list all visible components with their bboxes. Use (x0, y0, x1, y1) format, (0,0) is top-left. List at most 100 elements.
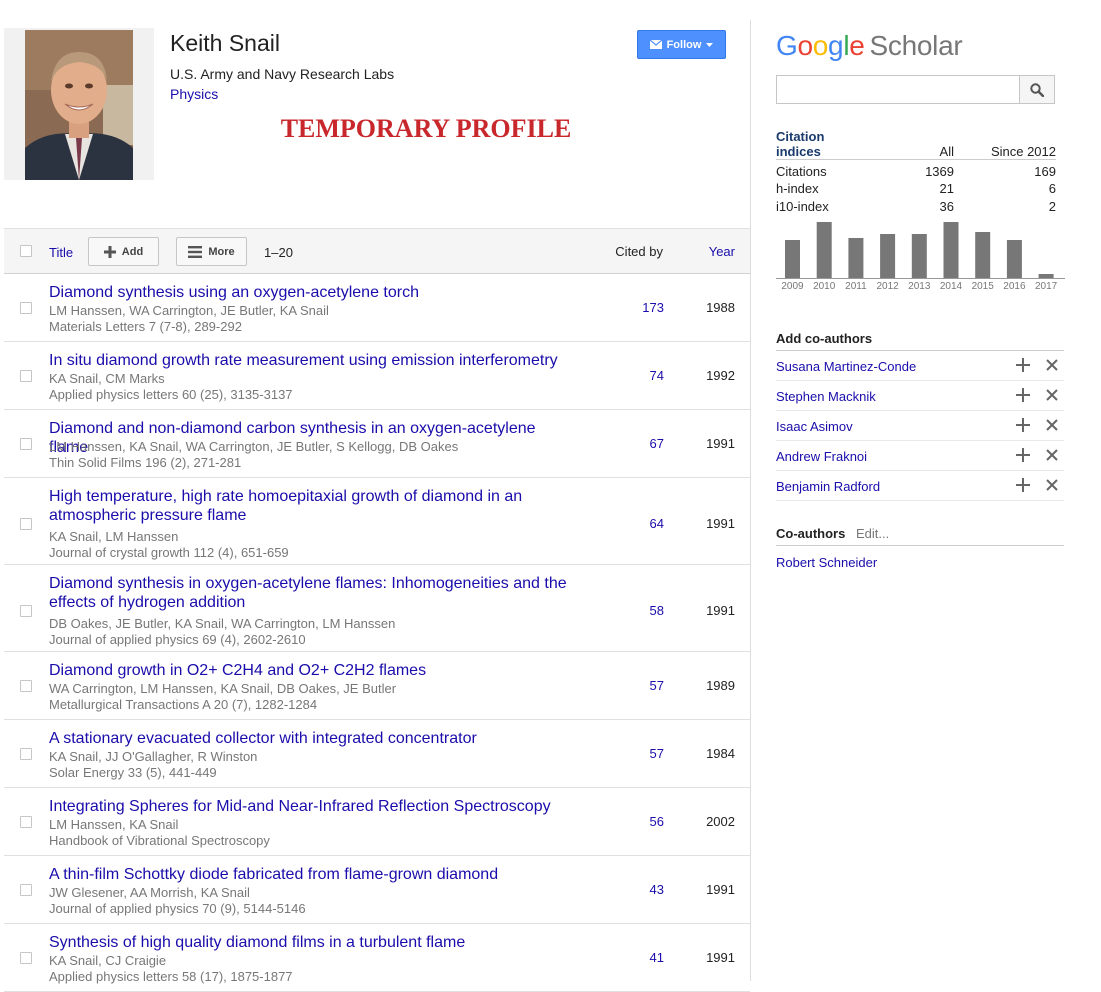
temporary-profile-banner: TEMPORARY PROFILE (280, 114, 572, 143)
publication-title-link[interactable]: High temperature, high rate homoepitaxia… (49, 487, 569, 525)
publication-venue: Journal of crystal growth 112 (4), 651-6… (49, 545, 289, 560)
publication-title-link[interactable]: Diamond synthesis using an oxygen-acetyl… (49, 283, 569, 302)
profile-interest-link[interactable]: Physics (170, 86, 218, 102)
cited-by-link[interactable]: 41 (650, 950, 664, 965)
publication-title-link[interactable]: In situ diamond growth rate measurement … (49, 351, 569, 370)
publication-row: Diamond synthesis in oxygen-acetylene fl… (4, 565, 750, 652)
more-button[interactable]: More (176, 237, 247, 266)
publication-authors: KA Snail, CM Marks (49, 371, 165, 386)
search-button[interactable] (1019, 75, 1055, 104)
suggested-coauthor-row: Stephen Macknik (776, 381, 1064, 411)
publication-title-link[interactable]: Diamond growth in O2+ C2H4 and O2+ C2H2 … (49, 661, 569, 680)
plus-icon (103, 245, 116, 258)
publications-table-header: Title Add More 1–20 Cited by Year (4, 228, 750, 274)
envelope-icon (649, 40, 662, 49)
chart-tick-label: 2015 (972, 281, 995, 292)
sort-by-title-link[interactable]: Title (49, 245, 73, 260)
chart-bar-2013[interactable] (911, 234, 927, 278)
publication-checkbox[interactable] (20, 302, 32, 314)
cited-by-link[interactable]: 173 (642, 300, 664, 315)
suggested-coauthor-link[interactable]: Stephen Macknik (776, 389, 876, 404)
add-coauthors-heading: Add co-authors (776, 331, 873, 346)
dismiss-coauthor-close-icon[interactable] (1046, 479, 1058, 491)
cited-by-link[interactable]: 58 (650, 603, 664, 618)
publication-checkbox[interactable] (20, 952, 32, 964)
publication-venue: Materials Letters 7 (7-8), 289-292 (49, 319, 242, 334)
add-coauthor-plus-icon[interactable] (1016, 358, 1030, 372)
add-coauthor-plus-icon[interactable] (1016, 478, 1030, 492)
publication-title-link[interactable]: A thin-film Schottky diode fabricated fr… (49, 865, 569, 884)
publication-venue: Applied physics letters 58 (17), 1875-18… (49, 969, 293, 984)
cited-by-link[interactable]: 57 (650, 678, 664, 693)
publication-title-link[interactable]: Synthesis of high quality diamond films … (49, 933, 569, 952)
dismiss-coauthor-close-icon[interactable] (1046, 419, 1058, 431)
chart-tick-label: 2012 (876, 281, 899, 292)
publication-title-link[interactable]: A stationary evacuated collector with in… (49, 729, 569, 748)
coauthor-link[interactable]: Robert Schneider (776, 555, 877, 570)
suggested-coauthor-link[interactable]: Isaac Asimov (776, 419, 853, 434)
google-scholar-logo[interactable]: Google Scholar (776, 30, 963, 62)
metric-label: h-index (776, 180, 819, 196)
publication-checkbox[interactable] (20, 438, 32, 450)
chart-bar-2016[interactable] (1006, 240, 1022, 278)
publication-checkbox[interactable] (20, 370, 32, 382)
chart-tick-label: 2013 (908, 281, 931, 292)
add-button[interactable]: Add (88, 237, 159, 266)
publication-checkbox[interactable] (20, 680, 32, 692)
publication-year: 1992 (706, 368, 735, 383)
column-divider (750, 20, 751, 981)
publication-year: 1991 (706, 436, 735, 451)
scholar-wordmark: Scholar (869, 30, 963, 61)
dismiss-coauthor-close-icon[interactable] (1046, 359, 1058, 371)
more-label: More (208, 245, 235, 258)
metric-label: Citations (776, 163, 827, 179)
publication-venue: Metallurgical Transactions A 20 (7), 128… (49, 697, 318, 712)
cited-by-link[interactable]: 67 (650, 436, 664, 451)
cited-by-link[interactable]: 43 (650, 882, 664, 897)
citation-indices-table: Citation indices All Since 2012 Citation… (776, 129, 1056, 215)
suggested-coauthor-link[interactable]: Andrew Fraknoi (776, 449, 867, 464)
publication-authors: JW Glesener, AA Morrish, KA Snail (49, 885, 250, 900)
publications-list: Diamond synthesis using an oxygen-acetyl… (4, 274, 750, 992)
add-coauthor-plus-icon[interactable] (1016, 418, 1030, 432)
chart-bar-2015[interactable] (975, 232, 991, 278)
cited-by-link[interactable]: 57 (650, 746, 664, 761)
publication-title-link[interactable]: Integrating Spheres for Mid-and Near-Inf… (49, 797, 569, 816)
publication-venue: Applied physics letters 60 (25), 3135-31… (49, 387, 293, 402)
add-coauthor-plus-icon[interactable] (1016, 448, 1030, 462)
chart-bar-2010[interactable] (816, 222, 832, 278)
chart-bar-2009[interactable] (785, 240, 800, 278)
dismiss-coauthor-close-icon[interactable] (1046, 389, 1058, 401)
follow-button[interactable]: Follow (637, 30, 726, 59)
chart-bar-2014[interactable] (943, 222, 959, 278)
cited-by-link[interactable]: 74 (650, 368, 664, 383)
select-all-checkbox[interactable] (20, 245, 32, 257)
sort-by-year-link[interactable]: Year (709, 244, 735, 259)
publication-title-link[interactable]: Diamond synthesis in oxygen-acetylene fl… (49, 574, 569, 612)
publication-checkbox[interactable] (20, 605, 32, 617)
edit-coauthors-link[interactable]: Edit... (856, 526, 889, 541)
suggested-coauthor-link[interactable]: Benjamin Radford (776, 479, 880, 494)
cited-by-link[interactable]: 64 (650, 516, 664, 531)
chart-bar-2017[interactable] (1038, 274, 1054, 278)
add-coauthor-plus-icon[interactable] (1016, 388, 1030, 402)
chart-tick-label: 2011 (845, 281, 867, 292)
publication-checkbox[interactable] (20, 884, 32, 896)
dismiss-coauthor-close-icon[interactable] (1046, 449, 1058, 461)
publication-checkbox[interactable] (20, 748, 32, 760)
avatar (25, 30, 133, 180)
suggested-coauthor-link[interactable]: Susana Martinez-Conde (776, 359, 916, 374)
search-input[interactable] (776, 75, 1020, 104)
citations-per-year-chart: 2009 2010 2011 2012 2013 2014 2015 2016 2017 (776, 222, 1065, 292)
column-all: All (939, 144, 954, 159)
publication-authors: LM Hanssen, KA Snail, WA Carrington, JE … (49, 439, 459, 454)
chart-bar-2011[interactable] (848, 238, 864, 278)
publication-checkbox[interactable] (20, 518, 32, 530)
chart-bar-2012[interactable] (880, 234, 896, 278)
sort-by-cited-link[interactable]: Cited by (615, 244, 663, 259)
publication-venue: Journal of applied physics 69 (4), 2602-… (49, 632, 306, 647)
cited-by-link[interactable]: 56 (650, 814, 664, 829)
publication-checkbox[interactable] (20, 816, 32, 828)
metric-since: 169 (1034, 163, 1056, 179)
citation-row: Citations 1369 169 (776, 160, 1056, 180)
